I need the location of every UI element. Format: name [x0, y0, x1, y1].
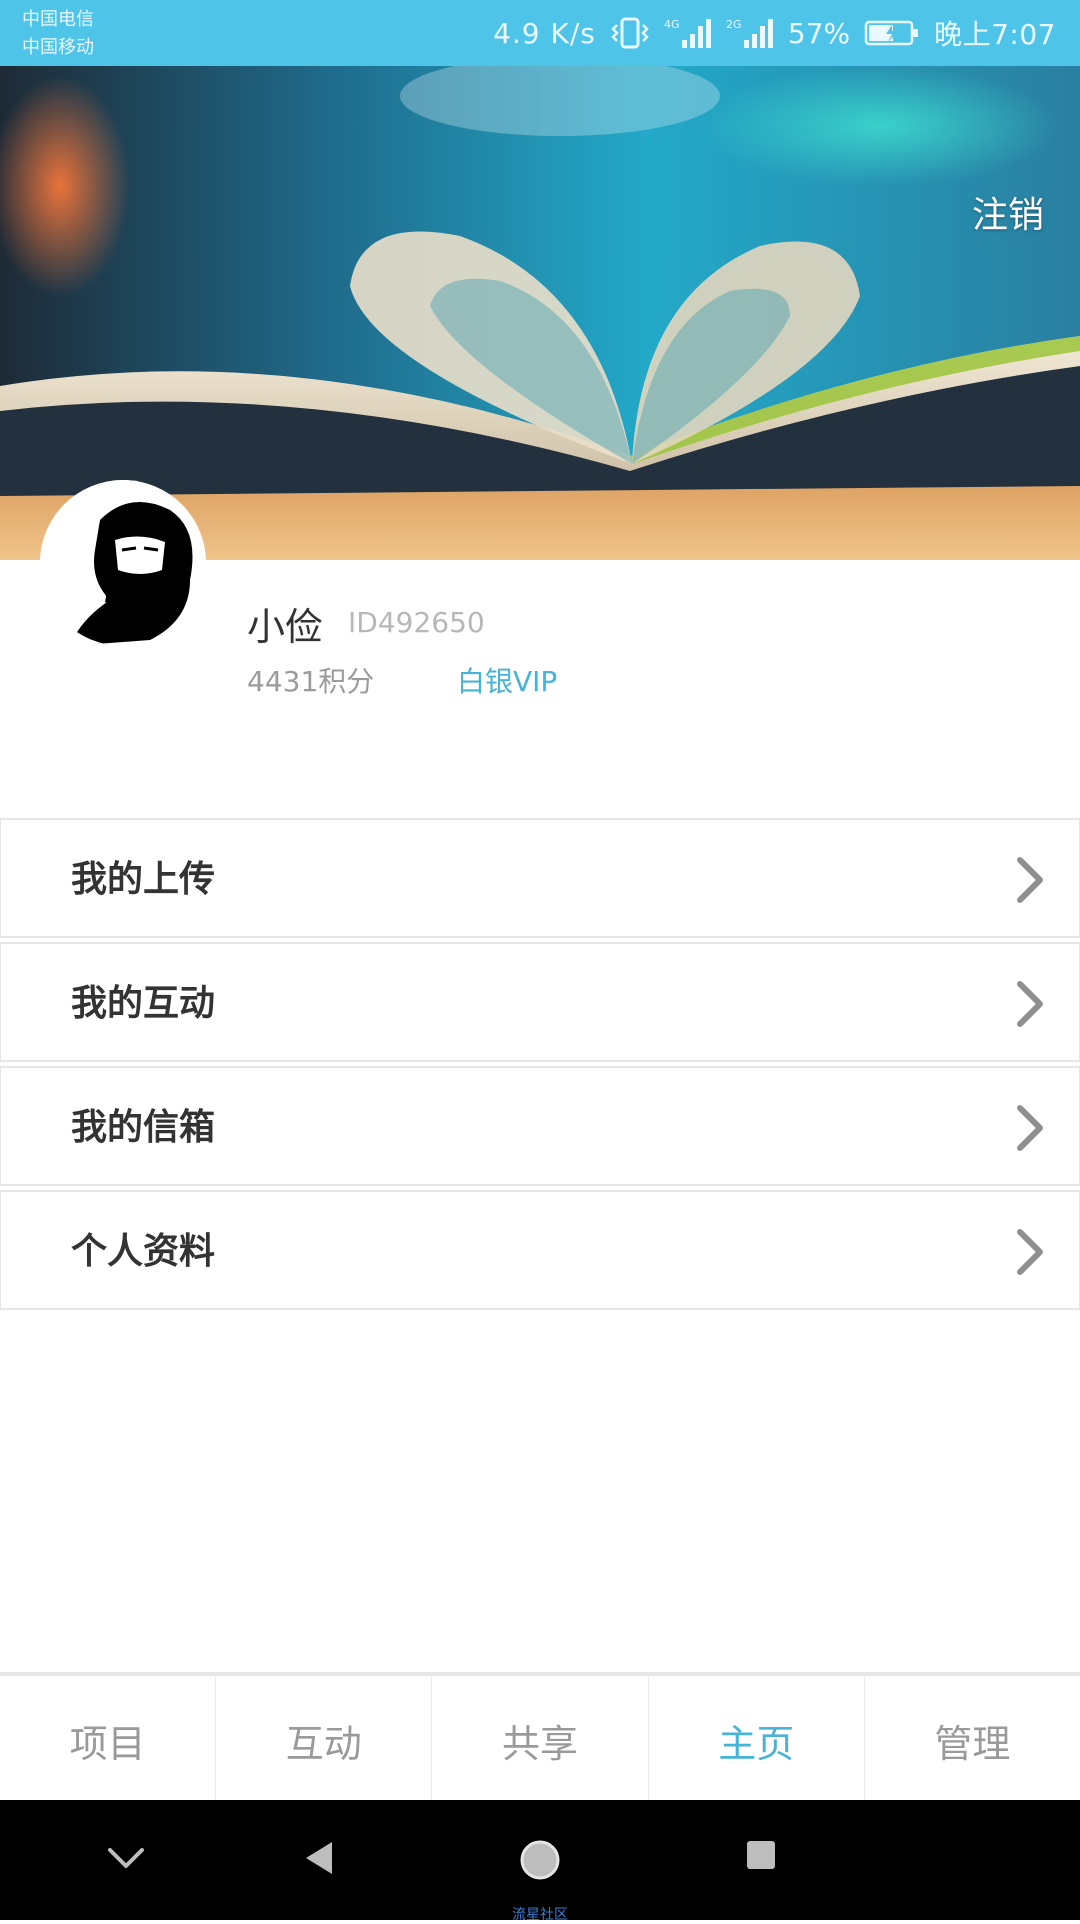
- clock: 晚上7:07: [934, 18, 1056, 51]
- chevron-right-icon: [1017, 1105, 1043, 1151]
- tab-share[interactable]: 共享: [431, 1676, 647, 1804]
- menu-item-my-mailbox[interactable]: 我的信箱: [0, 1066, 1080, 1186]
- tab-interaction[interactable]: 互动: [215, 1676, 431, 1804]
- chevron-right-icon: [1017, 981, 1043, 1027]
- tab-manage[interactable]: 管理: [863, 1676, 1080, 1804]
- battery-percent: 57%: [787, 16, 851, 50]
- battery-charging-icon: [864, 20, 919, 46]
- profile-menu: 我的上传 我的互动 我的信箱 个人资料: [0, 818, 1080, 1314]
- recent-apps-icon[interactable]: [744, 1838, 778, 1872]
- status-bar: 中国电信 中国移动 4.9 K/s 4G 2G 57% 晚上7:07: [0, 0, 1080, 66]
- watermark: 流星社区: [512, 1907, 568, 1923]
- chevron-right-icon: [1017, 1229, 1043, 1275]
- menu-item-personal-info[interactable]: 个人资料: [0, 1190, 1080, 1310]
- tab-projects[interactable]: 项目: [0, 1676, 215, 1804]
- signal-4g-icon: 4G: [664, 18, 711, 48]
- carrier-info: 中国电信 中国移动: [22, 6, 94, 62]
- menu-item-label: 个人资料: [71, 1231, 216, 1272]
- menu-item-label: 我的信箱: [71, 1107, 216, 1148]
- user-id: ID492650: [348, 606, 485, 639]
- username: 小俭: [247, 605, 324, 649]
- system-navigation-bar: [0, 1800, 1080, 1920]
- points-count: 4431积分: [247, 665, 375, 698]
- menu-item-my-uploads[interactable]: 我的上传: [0, 818, 1080, 938]
- network-speed: 4.9 K/s: [493, 16, 596, 50]
- chevron-down-icon[interactable]: [106, 1838, 146, 1878]
- back-icon[interactable]: [300, 1838, 340, 1878]
- avatar[interactable]: [40, 480, 206, 646]
- menu-item-label: 我的上传: [71, 859, 216, 900]
- logout-button[interactable]: 注销: [972, 186, 1044, 238]
- carrier-1: 中国电信: [22, 9, 94, 30]
- vibrate-icon: [611, 17, 649, 49]
- carrier-2: 中国移动: [22, 37, 94, 58]
- avatar-image: [40, 480, 206, 646]
- vip-level-link[interactable]: 白银VIP: [457, 660, 557, 700]
- menu-item-my-interactions[interactable]: 我的互动: [0, 942, 1080, 1062]
- bottom-tab-bar: 项目 互动 共享 主页 管理: [0, 1672, 1080, 1804]
- profile-banner-image: 注销: [0, 66, 1080, 560]
- tab-home[interactable]: 主页: [647, 1676, 864, 1804]
- home-icon[interactable]: [518, 1838, 562, 1882]
- open-book-heart-illustration: [0, 66, 1080, 560]
- network-4g-label: 4G: [664, 18, 680, 31]
- menu-item-label: 我的互动: [71, 983, 216, 1024]
- chevron-right-icon: [1017, 857, 1043, 903]
- signal-2g-icon: 2G: [726, 18, 773, 48]
- status-indicators: 4.9 K/s 4G 2G 57% 晚上7:07: [493, 0, 1056, 66]
- network-2g-label: 2G: [726, 18, 742, 31]
